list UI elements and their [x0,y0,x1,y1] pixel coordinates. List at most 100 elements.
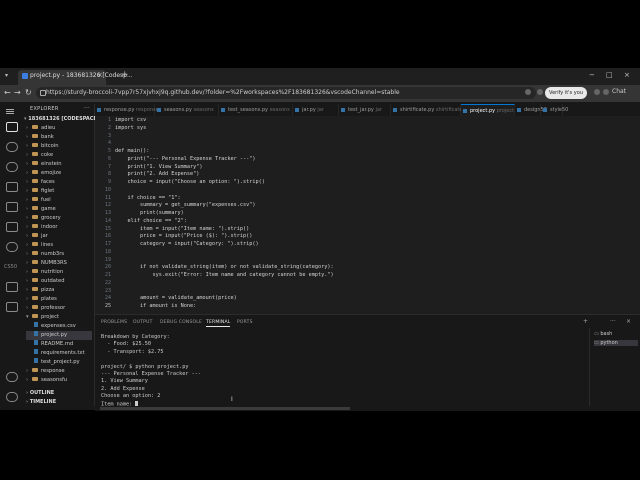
downloads-icon[interactable] [594,89,600,95]
tree-file-23[interactable]: project.py [26,331,92,340]
code-line[interactable]: print("--- Personal Expense Tracker ---"… [115,156,255,162]
tree-folder-15[interactable]: › NUMB3RS [26,259,67,268]
code-line[interactable]: if amount is None: [115,303,196,309]
timeline-section[interactable]: › TIMELINE [26,399,56,405]
profile-icon[interactable] [603,89,609,95]
code-line[interactable]: summary = get_summary("expenses.csv") [115,202,256,208]
editor-tab-1[interactable]: seasons.py seasons [155,104,219,116]
tree-folder-21[interactable]: ▾ project [26,313,59,322]
settings-gear-icon[interactable] [6,392,18,402]
search-icon[interactable] [6,142,18,152]
code-line[interactable]: elif choice == "2": [115,218,186,224]
tree-folder-17[interactable]: › outdated [26,277,65,286]
editor-tab-3[interactable]: jar.py jar [293,104,339,116]
remote-explorer-icon[interactable] [6,222,18,232]
tab-list-icon[interactable]: ▾ [5,72,8,79]
back-button[interactable]: ← [4,88,11,97]
account-icon[interactable] [6,372,18,382]
tree-file-22[interactable]: expenses.csv [26,322,76,331]
tree-folder-1[interactable]: › bank [26,133,54,142]
github-icon[interactable] [6,242,18,252]
tree-folder-9[interactable]: › game [26,205,56,214]
reload-button[interactable]: ↻ [25,88,32,97]
panel-tab-problems[interactable]: PROBLEMS [101,320,127,325]
code-line[interactable]: print("2. Add Expense") [115,171,199,177]
browser-tab-title[interactable]: project.py - 183681326 [Codesp... [30,72,133,79]
tree-folder-6[interactable]: › faces [26,178,55,187]
source-control-icon[interactable] [6,162,18,172]
tree-file-24[interactable]: README.md [26,340,73,349]
tree-folder-18[interactable]: › pizza [26,286,54,295]
panel-tab-output[interactable]: OUTPUT [133,320,153,325]
tree-folder-20[interactable]: › professor [26,304,65,313]
tree-folder-10[interactable]: › grocery [26,214,61,223]
code-line[interactable]: price = input("Price ($): ").strip() [115,233,252,239]
tree-folder-16[interactable]: › nutrition [26,268,63,277]
editor-tab-6[interactable]: project.py project [461,104,515,116]
code-line[interactable]: item = input("Item name: ").strip() [115,226,249,232]
tree-folder-0[interactable]: › adieu [26,124,55,133]
panel-tab-terminal[interactable]: TERMINAL [206,320,231,327]
panel-tab-ports[interactable]: PORTS [237,320,253,325]
tree-folder-8[interactable]: › fuel [26,196,51,205]
url-text[interactable]: https://sturdy-broccoli-7vpp7r57xjvhxj9q… [46,89,400,96]
code-line[interactable]: category = input("Category: ").strip() [115,241,259,247]
new-terminal-button[interactable]: + [583,318,588,325]
files-icon[interactable] [6,122,18,132]
code-line[interactable]: sys.exit("Error: Item name and category … [115,272,333,278]
code-line[interactable]: import csv [115,117,146,123]
forward-button[interactable]: → [14,88,21,97]
code-line[interactable]: if choice == "1": [115,195,180,201]
panel-more-icon[interactable]: ··· [610,318,616,325]
minimize-button[interactable]: − [589,71,595,79]
code-line[interactable]: import sys [115,125,146,131]
code-line[interactable]: print(summary) [115,210,184,216]
tree-folder-19[interactable]: › plates [26,295,57,304]
run-debug-icon[interactable] [6,182,18,192]
cs50-icon[interactable]: CS50 [4,264,17,270]
new-tab-button[interactable]: + [121,70,129,80]
tree-folder-3[interactable]: › coke [26,151,53,160]
tree-file-25[interactable]: requirements.txt [26,349,85,358]
editor-tab-5[interactable]: shirtificate.py shirtificate [391,104,462,116]
code-line[interactable]: choice = input("Choose an option: ").str… [115,179,264,185]
terminal-entry-python[interactable]: ▭ python [594,340,638,346]
editor-tab-7[interactable]: design50 [515,104,547,116]
code-line[interactable]: amount = validate_amount(price) [115,295,237,301]
tree-folder-12[interactable]: › jar [26,232,48,241]
panel-close-button[interactable]: × [626,318,631,325]
menu-icon[interactable] [6,108,16,116]
tree-file-26[interactable]: test_project.py [26,358,80,367]
verify-button[interactable]: Verify it's you [545,87,587,99]
window-close-button[interactable]: × [624,71,630,79]
tree-folder-27[interactable]: › response [26,367,65,376]
panel-tab-debug-console[interactable]: DEBUG CONSOLE [160,320,202,325]
editor-tab-0[interactable]: response.py response [95,104,159,116]
chat-button[interactable]: Chat [612,88,626,95]
extension-icon[interactable] [537,89,543,95]
tree-folder-7[interactable]: › figlet [26,187,54,196]
tree-folder-2[interactable]: › bitcoin [26,142,59,151]
code-line[interactable]: def main(): [115,148,149,154]
editor-tab-2[interactable]: test_seasons.py seasons [219,104,293,116]
ducky-icon[interactable] [6,282,18,292]
tree-folder-13[interactable]: › lines [26,241,53,250]
extensions-icon[interactable] [6,202,18,212]
tree-folder-14[interactable]: › numb3rs [26,250,64,259]
code-line[interactable]: print("1. View Summary") [115,164,202,170]
maximize-button[interactable]: □ [606,71,613,79]
explorer-more-icon[interactable]: ··· [84,105,90,112]
horizontal-scrollbar[interactable] [100,407,350,410]
tree-folder-4[interactable]: › einstein [26,160,62,169]
terminal-tool-icon[interactable] [6,302,18,312]
tree-folder-5[interactable]: › emojize [26,169,61,178]
tab-close-icon[interactable]: × [97,71,103,79]
outline-section[interactable]: › OUTLINE [26,390,54,396]
editor-tab-4[interactable]: test_jar.py jar [339,104,391,116]
star-icon[interactable] [525,89,531,95]
tree-folder-11[interactable]: › indoor [26,223,58,232]
editor-tab-8[interactable]: style50 [541,104,568,116]
code-line[interactable]: if not validate_string(item) or not vali… [115,264,334,270]
tree-folder-28[interactable]: › seasonsfu [26,376,67,385]
terminal-entry-bash[interactable]: ▭ bash [594,331,612,337]
